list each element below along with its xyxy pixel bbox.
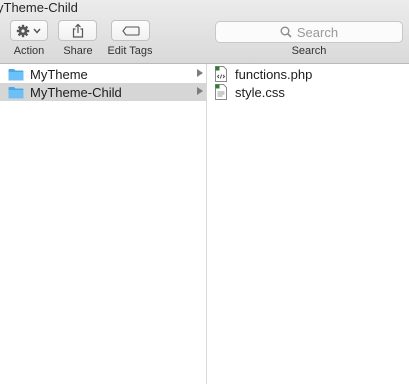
file-label: style.css bbox=[235, 84, 285, 100]
folder-label: MyTheme-Child bbox=[30, 84, 122, 100]
share-label: Share bbox=[63, 45, 93, 57]
file-row-style-css[interactable]: style.css bbox=[207, 83, 409, 101]
search-field[interactable]: Search bbox=[215, 21, 403, 43]
chevron-right-icon bbox=[197, 87, 203, 95]
folder-row-mytheme-child[interactable]: MyTheme-Child bbox=[0, 83, 206, 101]
share-icon bbox=[72, 23, 83, 38]
tag-icon bbox=[121, 25, 140, 36]
edit-tags-button[interactable] bbox=[111, 20, 150, 41]
gear-icon bbox=[16, 24, 41, 37]
folder-icon bbox=[8, 86, 24, 98]
folder-icon bbox=[8, 68, 24, 80]
php-file-icon bbox=[215, 66, 227, 82]
column-1[interactable]: MyTheme MyTheme-Child bbox=[0, 64, 207, 384]
css-file-icon bbox=[215, 84, 227, 100]
edit-tags-label: Edit Tags bbox=[107, 45, 153, 57]
file-row-functions-php[interactable]: functions.php bbox=[207, 65, 409, 83]
action-button[interactable] bbox=[10, 20, 48, 41]
search-label: Search bbox=[291, 45, 327, 57]
window-title: yTheme-Child bbox=[0, 0, 78, 15]
folder-label: MyTheme bbox=[30, 66, 88, 82]
column-2[interactable]: functions.php style.css bbox=[207, 64, 409, 384]
search-placeholder: Search bbox=[296, 24, 339, 40]
file-label: functions.php bbox=[235, 66, 313, 82]
share-button[interactable] bbox=[58, 20, 97, 41]
folder-row-mytheme[interactable]: MyTheme bbox=[0, 65, 206, 83]
action-label: Action bbox=[13, 45, 45, 57]
chevron-right-icon bbox=[197, 69, 203, 77]
toolbar: yTheme-Child Action Share Edit Tags Sear… bbox=[0, 0, 409, 64]
search-icon bbox=[280, 26, 292, 38]
